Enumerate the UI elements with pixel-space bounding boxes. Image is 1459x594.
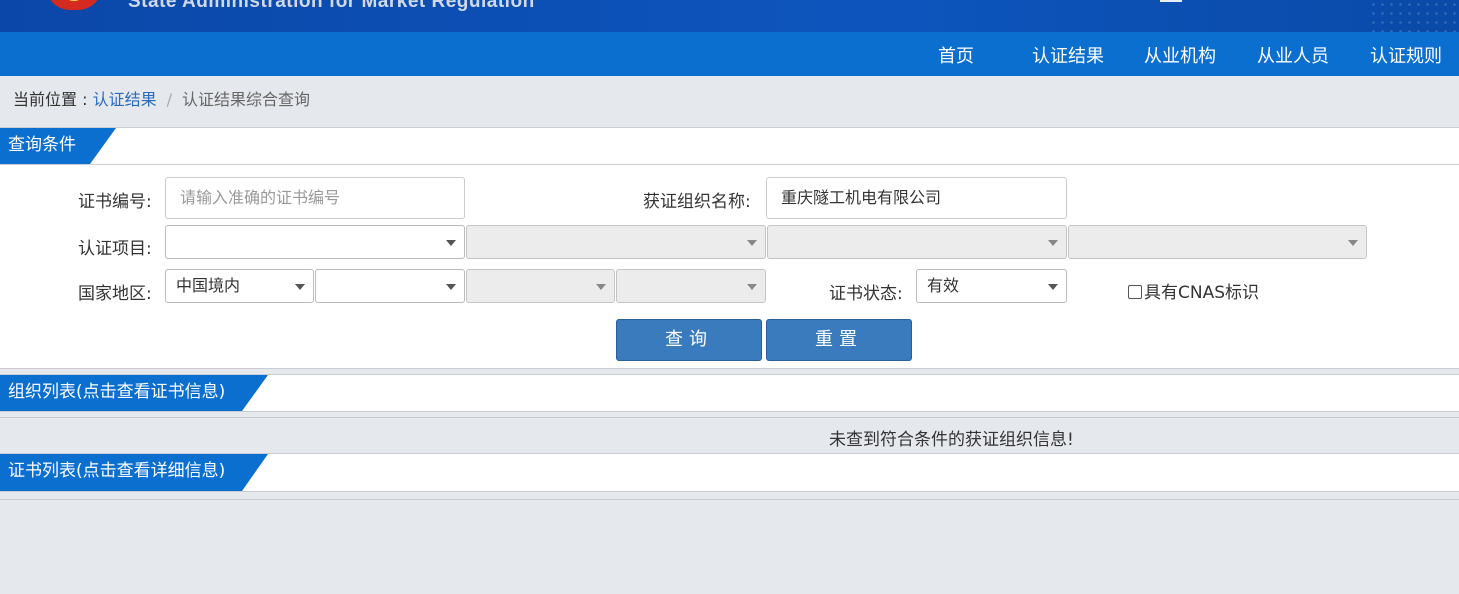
cert-item-select-3[interactable] [767, 225, 1067, 259]
org-list-empty-row: 未查到符合条件的获证组织信息! [0, 417, 1459, 453]
org-list-header: 组织列表(点击查看证书信息) [0, 374, 1459, 412]
cnas-label: 具有CNAS标识 [1144, 283, 1260, 303]
nav-institutions[interactable]: 从业机构 [1144, 42, 1216, 68]
nav-personnel[interactable]: 从业人员 [1257, 42, 1329, 68]
cert-item-label: 认证项目: [78, 239, 152, 259]
cert-no-label: 证书编号: [78, 192, 152, 212]
cert-status-label: 证书状态: [829, 284, 903, 304]
cert-list-title: 证书列表(点击查看详细信息) [0, 454, 268, 491]
org-name-input[interactable]: 重庆隧工机电有限公司 [766, 177, 1067, 219]
divider [0, 499, 1459, 500]
search-button[interactable]: 查询 [616, 319, 762, 361]
breadcrumb-separator: / [166, 90, 172, 109]
top-banner: State Administration for Market Regulati… [0, 0, 1459, 32]
cnas-option[interactable]: 具有CNAS标识 [1128, 278, 1259, 303]
banner-title: State Administration for Market Regulati… [128, 0, 535, 12]
cert-status-select[interactable]: 有效 [916, 269, 1067, 303]
query-panel-title: 查询条件 [0, 128, 116, 164]
cert-item-select-1[interactable] [165, 225, 465, 259]
region-select-country[interactable]: 中国境内 [165, 269, 314, 303]
cnas-checkbox[interactable] [1128, 285, 1142, 299]
reset-button[interactable]: 重置 [766, 319, 912, 361]
query-panel-header: 查询条件 [0, 127, 1459, 165]
query-form: 证书编号: 请输入准确的证书编号 获证组织名称: 重庆隧工机电有限公司 认证项目… [0, 165, 1459, 369]
breadcrumb-current: 认证结果综合查询 [181, 90, 310, 109]
main-navbar: 首页 认证结果 从业机构 从业人员 认证规则 [0, 32, 1459, 76]
banner-decoration [1369, 0, 1459, 32]
cert-no-input[interactable]: 请输入准确的证书编号 [165, 177, 465, 219]
region-label: 国家地区: [78, 284, 152, 304]
org-list-title: 组织列表(点击查看证书信息) [0, 375, 268, 411]
region-select-district[interactable] [616, 269, 766, 303]
cert-item-select-4[interactable] [1068, 225, 1367, 259]
region-select-city[interactable] [466, 269, 615, 303]
national-emblem-logo [46, 0, 102, 10]
nav-home[interactable]: 首页 [938, 42, 974, 68]
breadcrumb-link-cert-results[interactable]: 认证结果 [93, 90, 157, 109]
nav-cert-rules[interactable]: 认证规则 [1370, 42, 1442, 68]
breadcrumb: 当前位置 : 认证结果 / 认证结果综合查询 [13, 86, 310, 110]
region-select-province[interactable] [315, 269, 465, 303]
banner-icon [1160, 0, 1182, 2]
breadcrumb-prefix: 当前位置 : [13, 90, 93, 109]
cert-list-header: 证书列表(点击查看详细信息) [0, 453, 1459, 492]
nav-cert-results[interactable]: 认证结果 [1032, 42, 1104, 68]
org-list-empty-message: 未查到符合条件的获证组织信息! [829, 430, 1074, 450]
cert-item-select-2[interactable] [466, 225, 766, 259]
org-name-label: 获证组织名称: [643, 192, 751, 212]
